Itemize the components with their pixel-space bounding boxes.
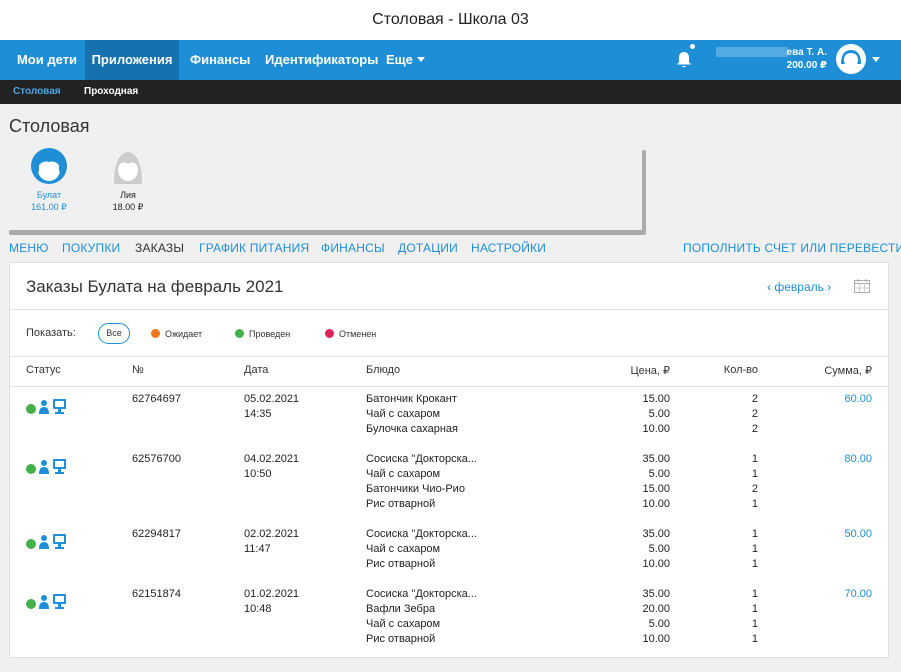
nav-applications[interactable]: Приложения xyxy=(85,40,179,80)
sub-nav: Столовая Проходная xyxy=(0,80,901,104)
order-number: 62151874 xyxy=(132,588,181,600)
order-sum: 50.00 xyxy=(844,528,872,540)
orders-title: Заказы Булата на февраль 2021 xyxy=(26,277,284,296)
order-datetime: 01.02.2021 10:48 xyxy=(244,588,300,615)
order-sum: 70.00 xyxy=(844,588,872,600)
col-number: № xyxy=(132,364,144,376)
order-prices: 35.00 20.00 5.00 10.00 xyxy=(642,588,670,645)
child-balance: 161.00 ₽ xyxy=(31,202,67,212)
divider xyxy=(10,309,888,310)
tab-menu[interactable]: МЕНЮ xyxy=(9,241,49,255)
order-prices: 35.00 5.00 15.00 10.00 xyxy=(642,453,670,510)
page-title: Столовая xyxy=(9,116,90,136)
col-sum: Сумма, ₽ xyxy=(824,365,872,377)
nav-my-children[interactable]: Мои дети xyxy=(10,40,84,80)
col-status: Статус xyxy=(26,364,61,376)
nav-finances[interactable]: Финансы xyxy=(190,40,250,80)
topup-link[interactable]: ПОПОЛНИТЬ СЧЕТ ИЛИ ПЕРЕВЕСТИ xyxy=(683,241,901,255)
filter-completed[interactable]: Проведен xyxy=(235,329,290,339)
col-date: Дата xyxy=(244,364,269,376)
order-dishes: Батончик Крокант Чай с сахаром Булочка сах… xyxy=(366,393,458,435)
order-status-icons xyxy=(26,399,66,414)
order-dishes: Сосиска "Докторска... Чай с сахаром Батонч… xyxy=(366,453,477,510)
child-card-liya[interactable]: Лия 18.00 ₽ xyxy=(98,146,158,213)
chevron-down-icon xyxy=(416,56,425,62)
order-status-icons xyxy=(26,534,66,549)
divider xyxy=(10,356,888,357)
col-dish: Блюдо xyxy=(366,364,401,376)
order-qty: 222 xyxy=(751,393,758,435)
boy-avatar-icon xyxy=(31,148,67,184)
calendar-icon[interactable] xyxy=(854,279,870,293)
filter-cancelled[interactable]: Отменен xyxy=(325,329,376,339)
filter-cancelled-label: Отменен xyxy=(339,329,377,339)
tab-orders[interactable]: ЗАКАЗЫ xyxy=(135,241,184,255)
col-qty: Кол-во xyxy=(723,364,758,376)
month-selector[interactable]: ‹ февраль › xyxy=(767,280,831,294)
nav-identifiers[interactable]: Идентификаторы xyxy=(265,40,378,80)
order-dishes: Сосиска "Докторска... Чай с сахаром Рис от… xyxy=(366,528,477,570)
order-number: 62764697 xyxy=(132,393,181,405)
order-sum: 80.00 xyxy=(844,453,872,465)
order-status-icons xyxy=(26,594,66,609)
order-datetime: 05.02.2021 14:35 xyxy=(244,393,300,420)
nav-more-label: Еще xyxy=(386,52,413,67)
window-title: Столовая - Школа 03 xyxy=(0,0,901,40)
child-card-bulat[interactable]: Булат 161.00 ₽ xyxy=(19,146,79,213)
filter-completed-label: Проведен xyxy=(249,329,291,339)
user-menu-chevron-icon[interactable] xyxy=(872,57,880,62)
order-qty: 1111 xyxy=(751,588,758,645)
subnav-entrance[interactable]: Проходная xyxy=(84,80,138,104)
filter-pending[interactable]: Ожидает xyxy=(151,329,202,339)
top-nav: Мои дети Приложения Финансы Идентификато… xyxy=(0,40,901,80)
col-price: Цена, ₽ xyxy=(630,365,670,377)
order-datetime: 02.02.2021 11:47 xyxy=(244,528,300,555)
cancelled-dot-icon xyxy=(325,329,334,338)
children-selector: Булат 161.00 ₽ Лия 18.00 ₽ xyxy=(9,146,649,236)
order-status-icons xyxy=(26,459,66,474)
divider xyxy=(10,386,888,387)
order-datetime: 04.02.2021 10:50 xyxy=(244,453,300,480)
order-prices: 35.00 5.00 10.00 xyxy=(642,528,670,570)
order-number: 62576700 xyxy=(132,453,181,465)
filter-label: Показать: xyxy=(26,327,76,339)
order-prices: 15.00 5.00 10.00 xyxy=(642,393,670,435)
tab-subsidies[interactable]: ДОТАЦИИ xyxy=(398,241,458,255)
completed-dot-icon xyxy=(235,329,244,338)
user-avatar-icon[interactable] xyxy=(836,44,866,74)
children-vertical-scrollbar[interactable] xyxy=(642,150,646,232)
subnav-canteen[interactable]: Столовая xyxy=(13,80,61,104)
filter-all[interactable]: Все xyxy=(98,323,130,344)
order-qty: 1121 xyxy=(751,453,758,510)
pending-dot-icon xyxy=(151,329,160,338)
user-balance: 200.00 ₽ xyxy=(786,60,827,71)
chevron-left-icon[interactable]: ‹ xyxy=(767,280,771,294)
order-number: 62294817 xyxy=(132,528,181,540)
filter-pending-label: Ожидает xyxy=(165,329,203,339)
child-name: Булат xyxy=(36,190,62,200)
child-balance: 18.00 ₽ xyxy=(112,202,144,212)
order-sum: 60.00 xyxy=(844,393,872,405)
chevron-right-icon[interactable]: › xyxy=(827,280,831,294)
tab-settings[interactable]: НАСТРОЙКИ xyxy=(471,241,546,255)
orders-panel: Заказы Булата на февраль 2021 ‹ февраль … xyxy=(9,262,889,658)
child-name: Лия xyxy=(120,190,136,200)
month-label: февраль xyxy=(774,280,824,294)
bell-icon[interactable] xyxy=(676,51,692,69)
girl-avatar-icon xyxy=(114,152,142,184)
notification-dot xyxy=(690,44,695,49)
tab-finances[interactable]: ФИНАНСЫ xyxy=(321,241,385,255)
user-name[interactable]: ева Т. А. xyxy=(780,47,827,58)
tab-purchases[interactable]: ПОКУПКИ xyxy=(62,241,120,255)
children-horizontal-scrollbar[interactable] xyxy=(9,230,646,235)
order-dishes: Сосиска "Докторска... Вафли Зебра Чай с са… xyxy=(366,588,477,645)
nav-more[interactable]: Еще xyxy=(386,40,425,80)
user-name-blur xyxy=(716,47,788,57)
tab-meal-schedule[interactable]: ГРАФИК ПИТАНИЯ xyxy=(199,241,309,255)
order-qty: 111 xyxy=(751,528,758,570)
